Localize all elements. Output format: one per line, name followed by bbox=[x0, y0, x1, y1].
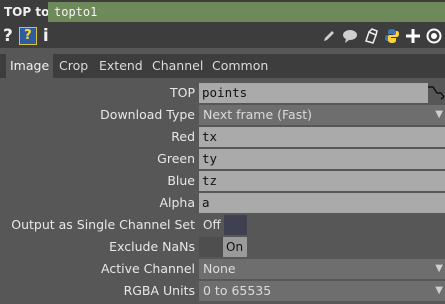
tab-extend[interactable]: Extend bbox=[95, 54, 147, 78]
active-channel-menu[interactable]: None ▼ bbox=[199, 259, 445, 279]
param-red: Red tx bbox=[0, 126, 445, 148]
param-active-channel: Active Channel None ▼ bbox=[0, 258, 445, 280]
python-icon[interactable] bbox=[384, 28, 400, 44]
param-label: Alpha bbox=[159, 195, 195, 210]
title-bar: TOP to topto1 bbox=[0, 0, 445, 24]
chevron-down-icon: ▼ bbox=[435, 263, 443, 274]
python-help-icon[interactable]: ? bbox=[18, 27, 37, 45]
param-label: Blue bbox=[167, 173, 195, 188]
param-exclude-nans: Exclude NaNs On bbox=[0, 236, 445, 258]
param-label: Green bbox=[157, 151, 195, 166]
tab-crop[interactable]: Crop bbox=[55, 54, 92, 78]
help-icon[interactable]: ? bbox=[3, 27, 13, 45]
info-icon[interactable]: i bbox=[43, 27, 49, 45]
toggle-state: On bbox=[223, 237, 247, 257]
param-label: Red bbox=[171, 129, 195, 144]
add-icon[interactable] bbox=[405, 28, 421, 44]
param-top: TOP points bbox=[0, 82, 445, 104]
chevron-down-icon: ▼ bbox=[435, 109, 443, 120]
download-type-menu[interactable]: Next frame (Fast) ▼ bbox=[199, 105, 445, 125]
target-icon[interactable] bbox=[426, 28, 442, 44]
parameter-tabs: Image Crop Extend Channel Common bbox=[0, 54, 445, 78]
param-label: Download Type bbox=[100, 107, 195, 122]
operator-type-label: TOP to bbox=[4, 5, 50, 19]
param-label: RGBA Units bbox=[123, 283, 195, 298]
toggle-knob bbox=[224, 215, 247, 235]
comment-icon[interactable] bbox=[342, 28, 358, 44]
toggle-knob bbox=[199, 237, 223, 257]
green-channel-field[interactable]: ty bbox=[199, 149, 445, 169]
alpha-channel-field[interactable]: a bbox=[199, 193, 445, 213]
top-path-field[interactable]: points bbox=[199, 83, 428, 103]
param-blue: Blue tz bbox=[0, 170, 445, 192]
menu-value: None bbox=[203, 261, 236, 276]
param-label: Exclude NaNs bbox=[109, 239, 195, 254]
chevron-down-icon: ▼ bbox=[435, 285, 443, 296]
toggle-state: Off bbox=[203, 218, 221, 232]
param-download-type: Download Type Next frame (Fast) ▼ bbox=[0, 104, 445, 126]
toolbar: ? ? i bbox=[0, 24, 445, 48]
single-channel-toggle[interactable]: Off bbox=[199, 215, 247, 235]
edit-icon[interactable] bbox=[321, 28, 337, 44]
tab-channel[interactable]: Channel bbox=[148, 54, 207, 78]
blue-channel-field[interactable]: tz bbox=[199, 171, 445, 191]
param-label: TOP bbox=[169, 85, 195, 100]
param-single-channel-set: Output as Single Channel Set Off bbox=[0, 214, 445, 236]
tab-image[interactable]: Image bbox=[6, 54, 54, 78]
link-icon[interactable] bbox=[428, 84, 445, 102]
param-label: Active Channel bbox=[101, 261, 195, 276]
operator-name-field[interactable]: topto1 bbox=[48, 2, 445, 22]
rgba-units-menu[interactable]: 0 to 65535 ▼ bbox=[199, 281, 445, 301]
param-alpha: Alpha a bbox=[0, 192, 445, 214]
red-channel-field[interactable]: tx bbox=[199, 127, 445, 147]
menu-value: 0 to 65535 bbox=[203, 283, 272, 298]
param-green: Green ty bbox=[0, 148, 445, 170]
param-rgba-units: RGBA Units 0 to 65535 ▼ bbox=[0, 280, 445, 302]
exclude-nans-toggle[interactable]: On bbox=[199, 237, 247, 257]
param-label: Output as Single Channel Set bbox=[11, 217, 195, 232]
menu-value: Next frame (Fast) bbox=[203, 107, 313, 122]
tab-common[interactable]: Common bbox=[208, 54, 272, 78]
clone-icon[interactable] bbox=[363, 28, 379, 44]
